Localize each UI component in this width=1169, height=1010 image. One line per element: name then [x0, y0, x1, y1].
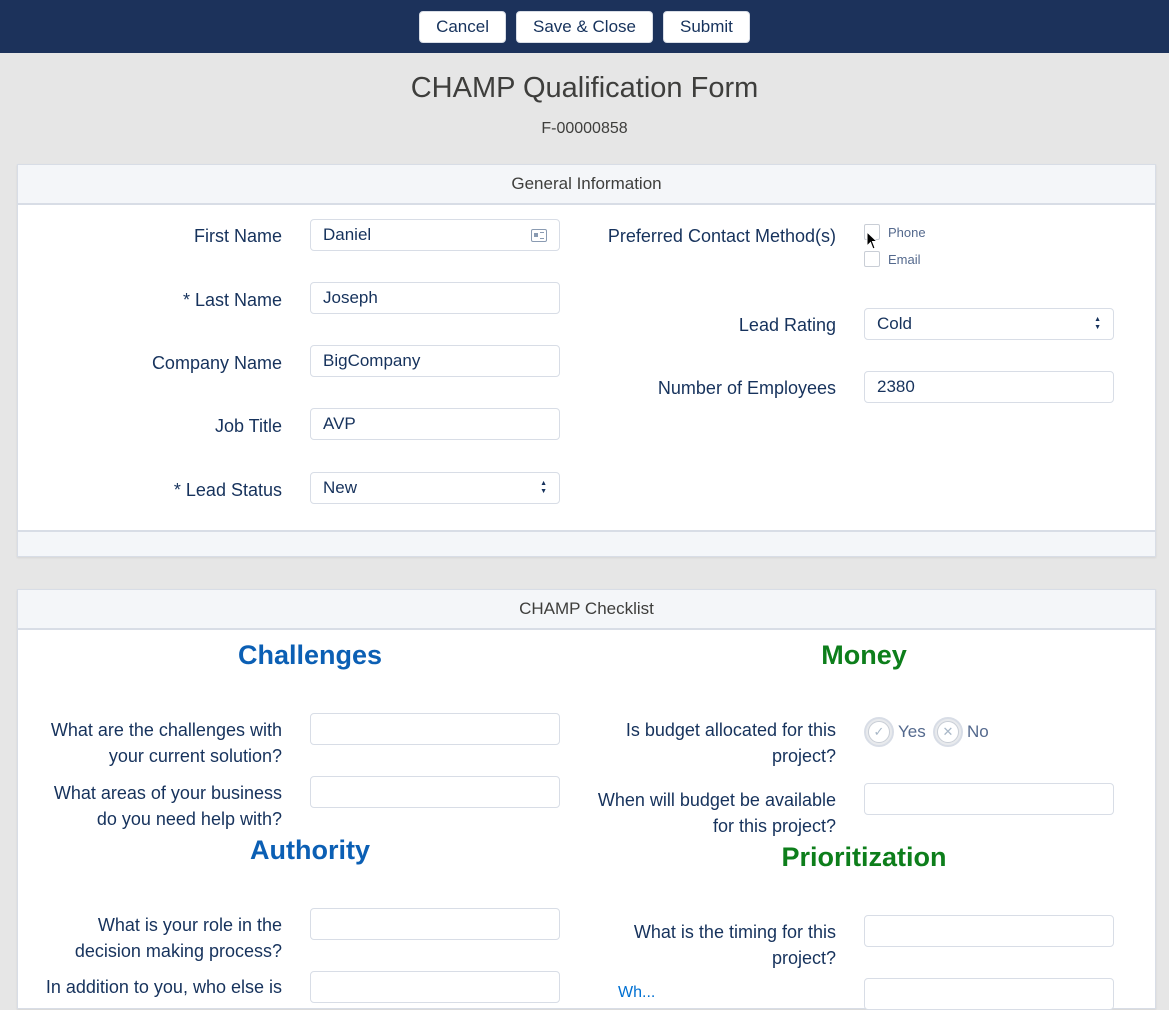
email-option-label: Email	[888, 251, 921, 267]
prioritization-input-2[interactable]	[864, 978, 1114, 1010]
top-toolbar: Cancel Save & Close Submit	[0, 0, 1169, 53]
contact-method-label: Preferred Contact Method(s)	[607, 226, 836, 246]
yes-toggle[interactable]: ✓	[864, 717, 894, 747]
form-title: CHAMP Qualification Form	[410, 72, 759, 104]
authority-input-1[interactable]	[310, 908, 560, 940]
lead-rating-label: Lead Rating	[738, 315, 836, 335]
form-id: F-00000858	[541, 120, 628, 137]
select-arrows-icon: ▲ ▼	[1094, 316, 1101, 331]
question-line: project?	[771, 948, 836, 968]
job-title-label: Job Title	[214, 416, 282, 436]
lead-rating-select[interactable]: Cold ▲ ▼	[864, 308, 1114, 340]
select-arrows-icon: ▲ ▼	[540, 480, 547, 495]
prioritization-input-1[interactable]	[864, 915, 1114, 947]
authority-question-2: In addition to you, who else is	[18, 974, 282, 1000]
prioritization-question-2-partial: Wh...	[618, 984, 656, 1001]
question-line: for this project?	[712, 816, 836, 836]
budget-no-option[interactable]: ✕ No	[933, 717, 989, 747]
phone-option-label: Phone	[888, 224, 926, 240]
money-question-2: When will budget be available for this p…	[578, 787, 836, 839]
question-line: What are the challenges with	[50, 720, 282, 740]
question-line: What areas of your business	[53, 783, 282, 803]
job-title-input[interactable]: AVP	[310, 408, 560, 440]
last-name-label: * Last Name	[182, 290, 282, 310]
champ-checklist-panel: CHAMP Checklist Challenges Money What ar…	[17, 589, 1156, 1010]
no-label: No	[967, 722, 989, 741]
first-name-input[interactable]: Daniel	[310, 219, 560, 251]
question-line: decision making process?	[74, 941, 282, 961]
challenges-input-1[interactable]	[310, 713, 560, 745]
employees-input[interactable]: 2380	[864, 371, 1114, 403]
prioritization-heading: Prioritization	[781, 842, 947, 872]
employees-label: Number of Employees	[657, 378, 836, 398]
money-heading: Money	[821, 640, 907, 670]
yes-label: Yes	[898, 722, 926, 741]
question-line: project?	[771, 746, 836, 766]
submit-button[interactable]: Submit	[663, 10, 750, 43]
budget-timing-input[interactable]	[864, 783, 1114, 815]
authority-question-1: What is your role in the decision making…	[18, 912, 282, 964]
question-line: do you need help with?	[96, 809, 282, 829]
question-line: In addition to you, who else is	[45, 977, 282, 997]
save-close-button[interactable]: Save & Close	[516, 10, 653, 43]
lead-status-value: New	[323, 478, 358, 497]
job-title-value: AVP	[323, 414, 356, 433]
money-question-1: Is budget allocated for this project?	[578, 717, 836, 769]
general-information-footer	[18, 530, 1155, 556]
lead-status-label: * Lead Status	[173, 480, 282, 500]
company-name-label: Company Name	[151, 353, 282, 373]
budget-yes-option[interactable]: ✓ Yes	[864, 717, 926, 747]
question-line: your current solution?	[108, 746, 282, 766]
last-name-input[interactable]: Joseph	[310, 282, 560, 314]
check-icon: ✓	[868, 721, 890, 743]
champ-checklist-header: CHAMP Checklist	[18, 590, 1155, 630]
first-name-label: First Name	[193, 226, 282, 246]
lead-status-select[interactable]: New ▲ ▼	[310, 472, 560, 504]
question-line: What is the timing for this	[633, 922, 836, 942]
cancel-button[interactable]: Cancel	[419, 10, 506, 43]
question-line: When will budget be available	[597, 790, 836, 810]
challenges-question-2: What areas of your business do you need …	[18, 780, 282, 832]
x-icon: ✕	[937, 721, 959, 743]
challenges-input-2[interactable]	[310, 776, 560, 808]
first-name-value: Daniel	[323, 225, 372, 244]
email-checkbox[interactable]	[864, 251, 880, 267]
challenges-question-1: What are the challenges with your curren…	[18, 717, 282, 769]
company-name-value: BigCompany	[323, 351, 421, 370]
authority-input-2[interactable]	[310, 971, 560, 1003]
authority-heading: Authority	[250, 835, 370, 865]
general-information-header: General Information	[18, 165, 1155, 205]
contact-card-icon[interactable]	[531, 228, 547, 242]
prioritization-question-1: What is the timing for this project?	[578, 919, 836, 971]
no-toggle[interactable]: ✕	[933, 717, 963, 747]
employees-value: 2380	[877, 377, 915, 396]
general-information-panel: General Information First Name Daniel * …	[17, 164, 1156, 557]
lead-rating-value: Cold	[877, 314, 912, 333]
mouse-cursor-icon	[866, 231, 879, 250]
question-line: Is budget allocated for this	[625, 720, 836, 740]
company-name-input[interactable]: BigCompany	[310, 345, 560, 377]
question-line: What is your role in the	[97, 915, 282, 935]
challenges-heading: Challenges	[237, 640, 383, 670]
last-name-value: Joseph	[323, 288, 378, 307]
contact-option-email[interactable]: Email	[864, 251, 921, 267]
